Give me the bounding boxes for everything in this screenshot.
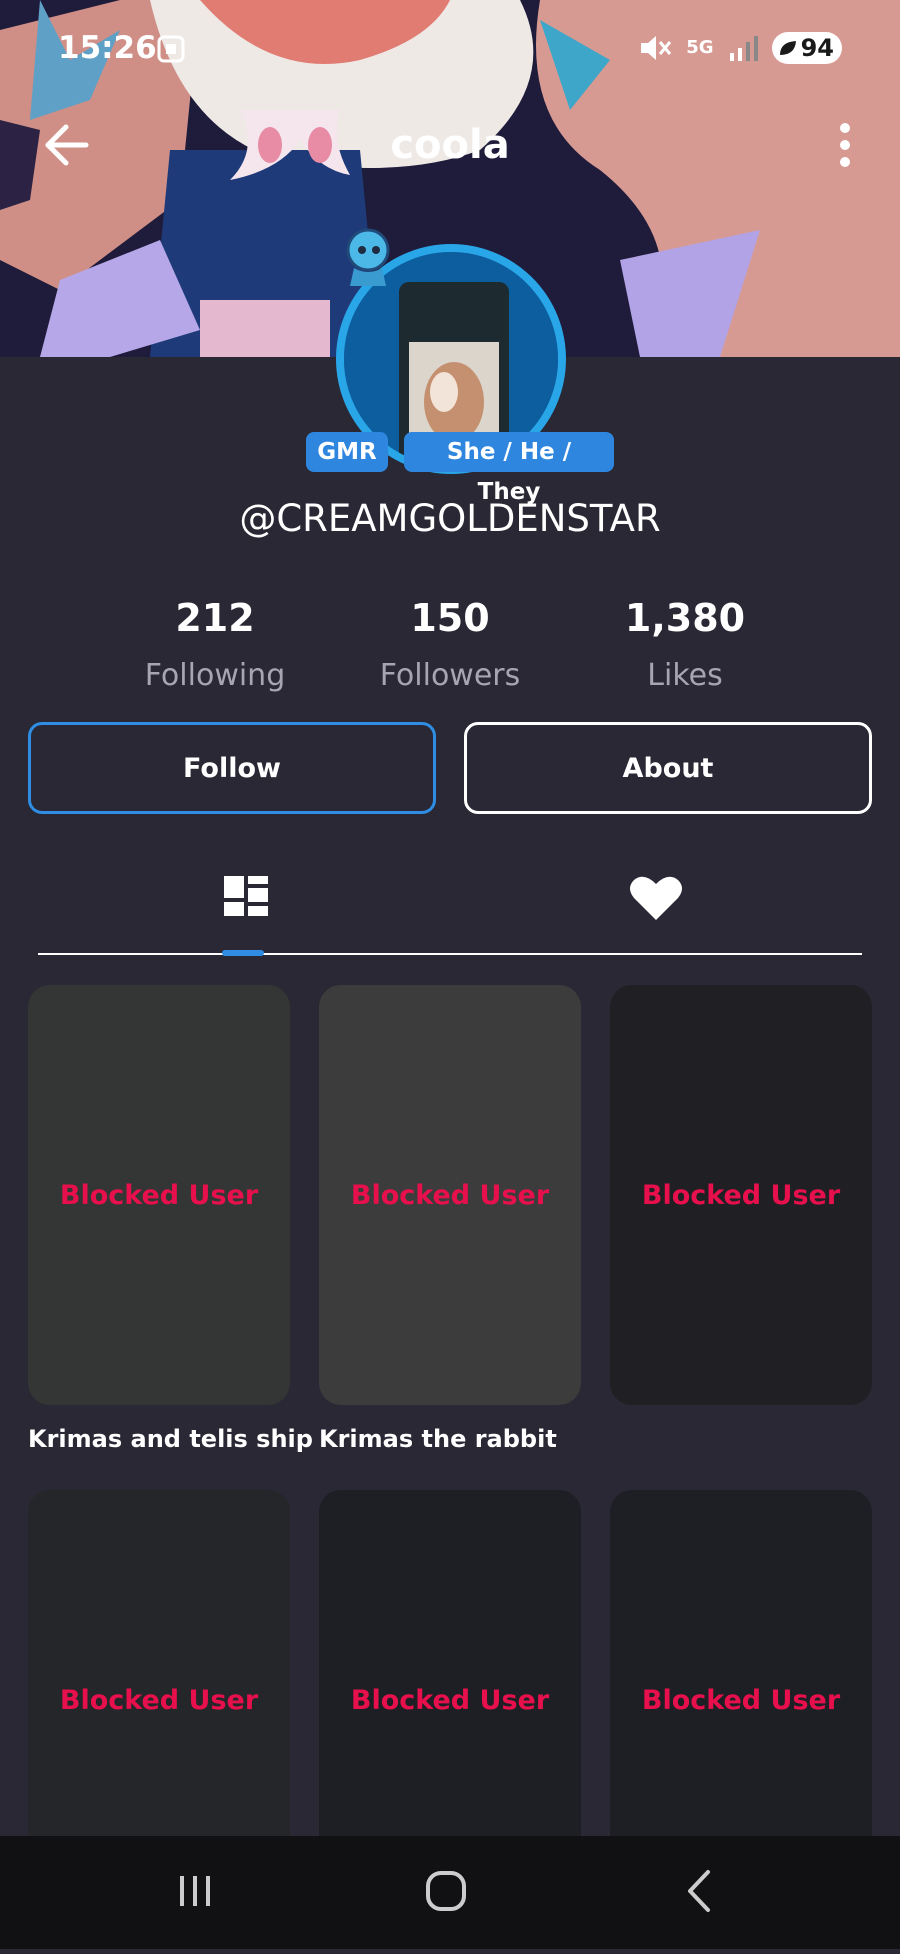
- network-type: 5G: [686, 37, 714, 58]
- stat-label: Likes: [647, 658, 723, 693]
- stat-value: 150: [410, 596, 490, 640]
- blocked-label: Blocked User: [350, 1179, 550, 1211]
- post-caption[interactable]: Krimas the rabbit: [319, 1425, 557, 1453]
- blocked-label: Blocked User: [59, 1179, 259, 1211]
- post-card[interactable]: Blocked User: [319, 985, 581, 1405]
- signal-icon: [729, 36, 758, 61]
- status-icons: 5G 94: [638, 32, 842, 64]
- post-caption[interactable]: Krimas and telis ship: [28, 1425, 313, 1453]
- page-title: coola: [390, 122, 510, 168]
- blocked-label: Blocked User: [641, 1179, 841, 1211]
- blocked-label: Blocked User: [59, 1684, 259, 1716]
- grid-icon[interactable]: [216, 868, 276, 928]
- blocked-label: Blocked User: [641, 1684, 841, 1716]
- battery-indicator: 94: [771, 32, 842, 64]
- battery-leaf-icon: [779, 41, 796, 55]
- status-time: 15:26: [58, 30, 157, 66]
- follow-button[interactable]: Follow: [28, 722, 436, 814]
- stat-following[interactable]: 212 Following: [115, 596, 315, 693]
- mute-icon: [641, 36, 672, 60]
- battery-level: 94: [800, 34, 834, 62]
- recent-apps-icon[interactable]: [160, 1856, 230, 1926]
- avatar-decoration-icon: [346, 228, 390, 286]
- about-button[interactable]: About: [464, 722, 872, 814]
- stat-followers[interactable]: 150 Followers: [350, 596, 550, 693]
- more-vertical-icon[interactable]: [830, 118, 860, 172]
- stat-label: Following: [144, 658, 286, 693]
- username: @CREAMGOLDENSTAR: [239, 497, 661, 540]
- back-icon[interactable]: [664, 1856, 734, 1926]
- tag-gmr: GMR: [306, 432, 388, 472]
- stat-likes[interactable]: 1,380 Likes: [585, 596, 785, 693]
- post-card[interactable]: Blocked User: [610, 985, 872, 1405]
- screenshot-icon: [157, 35, 185, 63]
- post-card[interactable]: Blocked User: [28, 985, 290, 1405]
- tag-pronouns: She / He / They: [404, 432, 614, 505]
- stat-value: 212: [175, 596, 255, 640]
- active-tab-indicator: [222, 950, 264, 956]
- system-nav-bar: [0, 1836, 900, 1949]
- tab-divider: [38, 953, 862, 955]
- blocked-label: Blocked User: [350, 1684, 550, 1716]
- home-icon[interactable]: [411, 1856, 481, 1926]
- stat-value: 1,380: [624, 596, 746, 640]
- stat-label: Followers: [379, 658, 521, 693]
- heart-icon[interactable]: [626, 868, 686, 928]
